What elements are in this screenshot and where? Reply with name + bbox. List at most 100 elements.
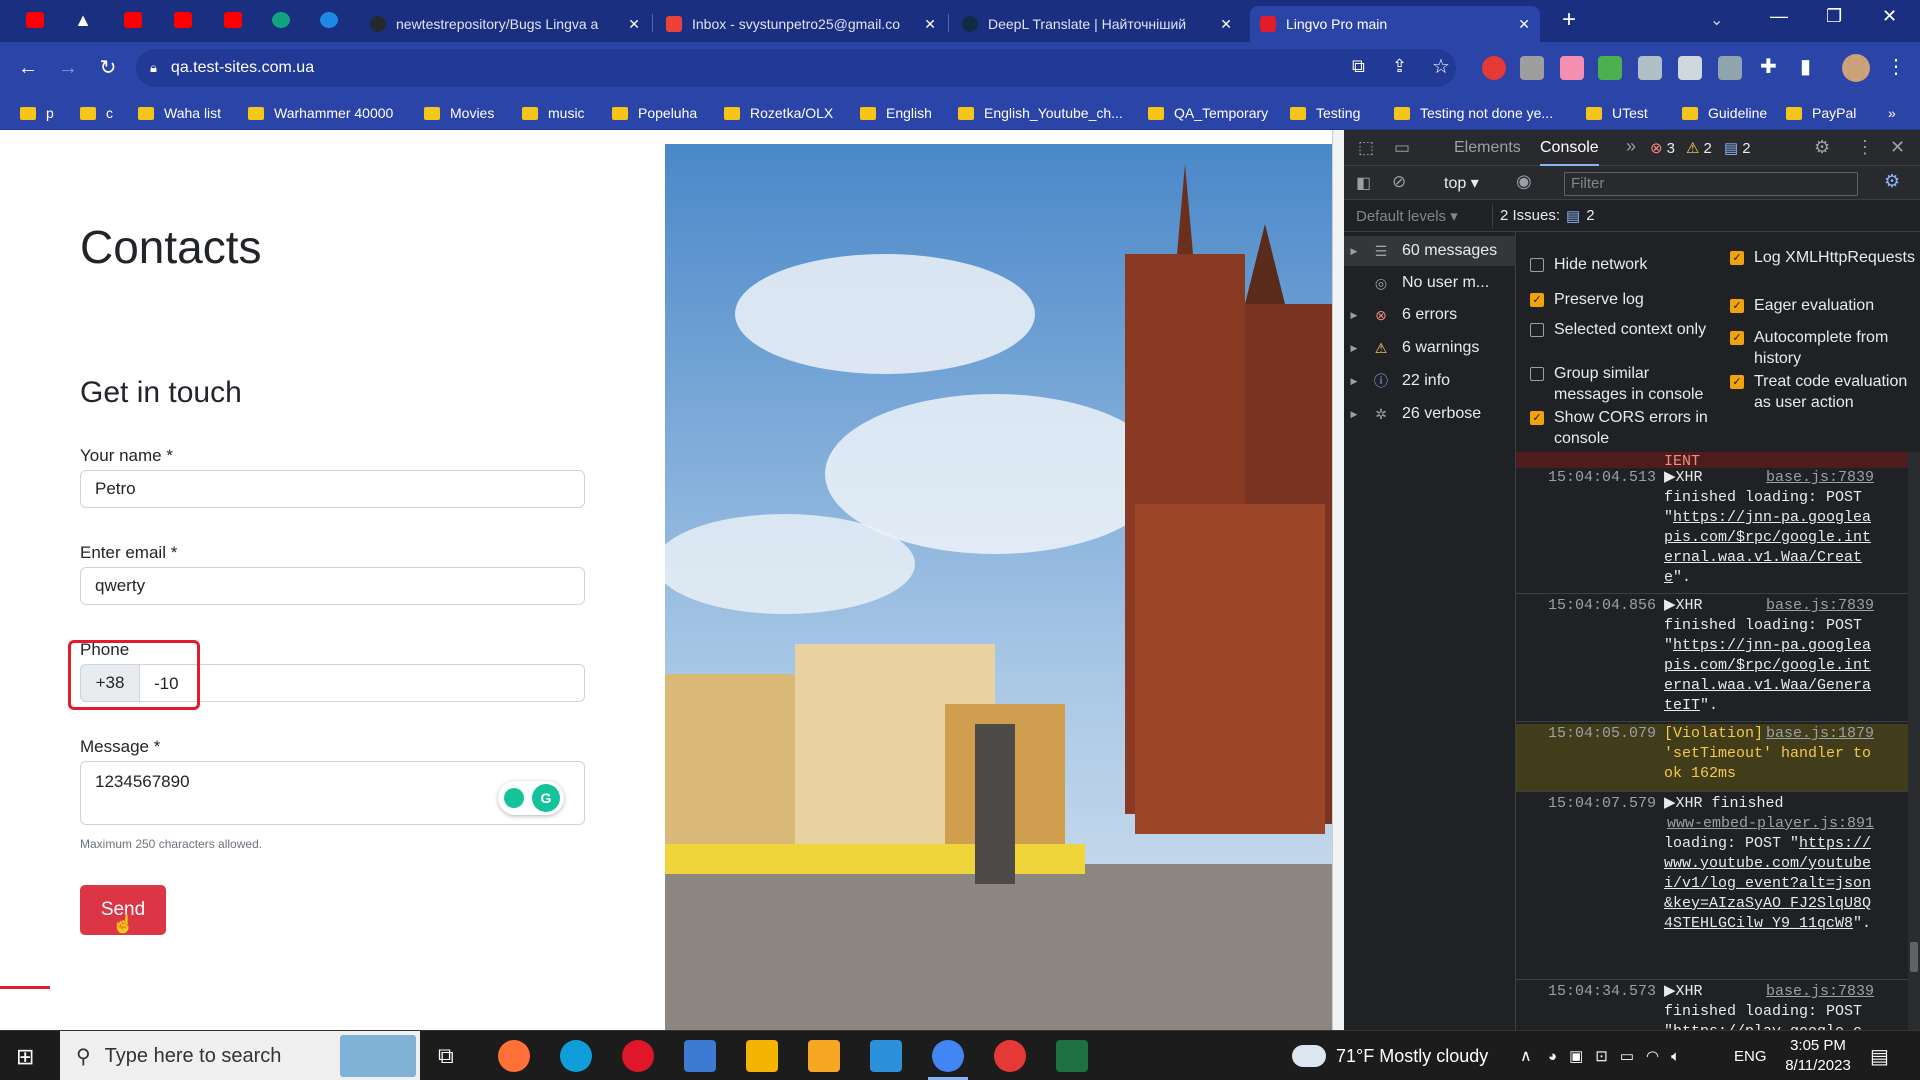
bookmark-folder[interactable]: QA_Temporary bbox=[1148, 102, 1268, 124]
tab-console[interactable]: Console bbox=[1540, 130, 1599, 166]
sidebar-item-verbose[interactable]: ▶ ✲ 26 verbose bbox=[1344, 399, 1516, 429]
close-icon[interactable]: ✕ bbox=[1220, 16, 1232, 33]
sublime-icon[interactable] bbox=[808, 1040, 840, 1072]
opera-icon[interactable] bbox=[622, 1040, 654, 1072]
extension-icon[interactable] bbox=[1598, 56, 1622, 80]
puzzle-extensions-icon[interactable]: ✚ bbox=[1760, 54, 1777, 79]
tab-gmail[interactable]: Inbox - svystunpetro25@gmail.co ✕ bbox=[656, 6, 946, 42]
screenshot-tray-icon[interactable]: ⊡ bbox=[1595, 1047, 1608, 1065]
checkbox-checked[interactable]: ✓ bbox=[1730, 299, 1744, 313]
excel-icon[interactable] bbox=[1056, 1040, 1088, 1072]
file-explorer-icon[interactable] bbox=[746, 1040, 778, 1072]
log-row[interactable]: 15:04:34.573 ▶XHR base.js:7839 finished l… bbox=[1516, 982, 1908, 1030]
log-source-link[interactable]: base.js:7839 bbox=[1766, 468, 1874, 488]
warning-count-badge[interactable]: ⚠ 2 bbox=[1686, 139, 1712, 158]
clear-console-icon[interactable]: ⊘ bbox=[1392, 172, 1406, 192]
option-eager-eval[interactable]: ✓ Eager evaluation bbox=[1730, 295, 1916, 316]
sidebar-item-user-messages[interactable]: ◎ No user m... bbox=[1344, 268, 1516, 298]
settings-gear-icon[interactable]: ⚙ bbox=[1814, 137, 1830, 158]
restore-button[interactable]: ❐ bbox=[1826, 6, 1842, 27]
edge-icon[interactable] bbox=[560, 1040, 592, 1072]
weather-text[interactable]: 71°F Mostly cloudy bbox=[1336, 1031, 1488, 1080]
tab-github[interactable]: newtestrepository/Bugs Lingva a ✕ bbox=[360, 6, 650, 42]
sidebar-item-errors[interactable]: ▶ ⊗ 6 errors bbox=[1344, 300, 1516, 330]
eye-icon[interactable]: ◉ bbox=[1516, 171, 1532, 192]
devtools-close-icon[interactable]: ✕ bbox=[1890, 137, 1905, 158]
log-source-link[interactable]: base.js:1879 bbox=[1766, 724, 1874, 744]
laravel-debug-icon[interactable] bbox=[0, 986, 50, 1030]
app-pinned-tab-icon[interactable] bbox=[320, 12, 338, 28]
console-scrollbar[interactable] bbox=[1908, 452, 1920, 1030]
side-panel-icon[interactable]: ▮ bbox=[1800, 54, 1811, 79]
close-icon[interactable]: ✕ bbox=[628, 16, 640, 33]
youtube-pinned-tab-icon[interactable] bbox=[174, 12, 192, 28]
reload-button[interactable]: ↻ bbox=[92, 52, 124, 84]
bookmark-folder[interactable]: Movies bbox=[424, 102, 494, 124]
option-show-cors[interactable]: ✓ Show CORS errors in console bbox=[1530, 407, 1720, 449]
extension-icon[interactable] bbox=[1638, 56, 1662, 80]
tab-deepl[interactable]: DeepL Translate | Найточніший ✕ bbox=[952, 6, 1242, 42]
log-row[interactable]: 15:04:07.579 ▶XHR finished www-embed-pla… bbox=[1516, 794, 1908, 980]
log-source-link[interactable]: base.js:7839 bbox=[1766, 596, 1874, 616]
log-url-link[interactable]: https://jnn-pa.googleapis.com/$rpc/googl… bbox=[1664, 509, 1871, 586]
wifi-icon[interactable]: ◠ bbox=[1646, 1047, 1659, 1065]
bookmark-folder[interactable]: p bbox=[20, 102, 54, 124]
battery-icon[interactable]: ▭ bbox=[1620, 1047, 1634, 1065]
chrome-tray-icon[interactable]: ◕ bbox=[1548, 1048, 1557, 1065]
minimize-button[interactable]: — bbox=[1770, 6, 1788, 27]
tab-search-icon[interactable]: ⌄ bbox=[1710, 10, 1723, 30]
bookmark-folder[interactable]: UTest bbox=[1586, 102, 1648, 124]
error-count-badge[interactable]: ⊗ 3 bbox=[1650, 139, 1675, 158]
extension-icon[interactable] bbox=[1482, 56, 1506, 80]
chevron-up-icon[interactable]: ∧ bbox=[1520, 1031, 1532, 1080]
taskbar-search-box[interactable]: ⚲ Type here to search bbox=[60, 1031, 420, 1080]
system-tray-icons[interactable]: ◕ ▣ ⊡ ▭ ◠ 🔈︎ bbox=[1548, 1031, 1748, 1080]
option-log-xhr[interactable]: ✓ Log XMLHttpRequests bbox=[1730, 247, 1916, 268]
filter-input[interactable]: Filter bbox=[1564, 172, 1858, 196]
record-icon[interactable] bbox=[994, 1040, 1026, 1072]
bookmark-folder[interactable]: Popeluha bbox=[612, 102, 697, 124]
bookmark-folder[interactable]: Guideline bbox=[1682, 102, 1767, 124]
bookmark-folder[interactable]: English bbox=[860, 102, 932, 124]
vscode-icon[interactable] bbox=[870, 1040, 902, 1072]
notifications-icon[interactable]: ▤ bbox=[1870, 1044, 1889, 1069]
close-icon[interactable]: ✕ bbox=[924, 16, 936, 33]
checkbox-checked[interactable]: ✓ bbox=[1530, 293, 1544, 307]
checkbox-checked[interactable]: ✓ bbox=[1530, 411, 1544, 425]
devtools-menu-icon[interactable]: ⋮ bbox=[1856, 137, 1874, 158]
extension-icon[interactable] bbox=[1678, 56, 1702, 80]
extension-icon[interactable] bbox=[1560, 56, 1584, 80]
bookmark-folder[interactable]: Warhammer 40000 bbox=[248, 102, 393, 124]
log-row-warning[interactable]: 15:04:05.079 base.js:1879 [Violation] 'se… bbox=[1516, 724, 1908, 792]
inspect-icon[interactable]: ⬚ bbox=[1358, 138, 1374, 158]
app-pinned-tab-icon[interactable]: ▲ bbox=[74, 11, 92, 29]
checkbox[interactable] bbox=[1530, 367, 1544, 381]
sidebar-item-messages[interactable]: ▶ ☰ 60 messages bbox=[1344, 236, 1516, 266]
store-icon[interactable] bbox=[684, 1040, 716, 1072]
youtube-pinned-tab-icon[interactable] bbox=[124, 12, 142, 28]
name-field[interactable]: Petro bbox=[80, 470, 585, 508]
avatar[interactable] bbox=[1842, 54, 1870, 82]
bookmark-folder[interactable]: Waha list bbox=[138, 102, 221, 124]
log-source-link[interactable]: base.js:7839 bbox=[1766, 982, 1874, 1002]
checkbox-checked[interactable]: ✓ bbox=[1730, 251, 1744, 265]
close-window-button[interactable]: ✕ bbox=[1882, 6, 1897, 27]
chatgpt-pinned-tab-icon[interactable] bbox=[272, 12, 290, 28]
bookmark-folder[interactable]: c bbox=[80, 102, 113, 124]
bookmark-folder[interactable]: PayPal bbox=[1786, 102, 1856, 124]
tab-lingvo[interactable]: Lingvo Pro main ✕ bbox=[1250, 6, 1540, 42]
checkbox[interactable] bbox=[1530, 323, 1544, 337]
sidebar-toggle-icon[interactable]: ◧ bbox=[1356, 173, 1371, 193]
bookmark-folder[interactable]: Testing not done ye... bbox=[1394, 102, 1553, 124]
chrome-icon[interactable] bbox=[932, 1040, 964, 1072]
bookmark-star-icon[interactable]: ☆ bbox=[1432, 54, 1450, 79]
bookmark-folder[interactable]: music bbox=[522, 102, 585, 124]
sidebar-item-warnings[interactable]: ▶ ⚠ 6 warnings bbox=[1344, 333, 1516, 363]
windows-start-icon[interactable]: ⊞ bbox=[16, 1044, 34, 1070]
log-row[interactable]: 15:04:04.513 ▶XHR base.js:7839 finished l… bbox=[1516, 468, 1908, 594]
log-url-link[interactable]: https://jnn-pa.googleapis.com/$rpc/googl… bbox=[1664, 637, 1871, 714]
option-group-similar[interactable]: Group similar messages in console bbox=[1530, 363, 1720, 405]
checkbox-checked[interactable]: ✓ bbox=[1730, 375, 1744, 389]
option-treat-code-eval[interactable]: ✓ Treat code evaluation as user action bbox=[1730, 371, 1916, 413]
close-icon[interactable]: ✕ bbox=[1518, 16, 1530, 33]
